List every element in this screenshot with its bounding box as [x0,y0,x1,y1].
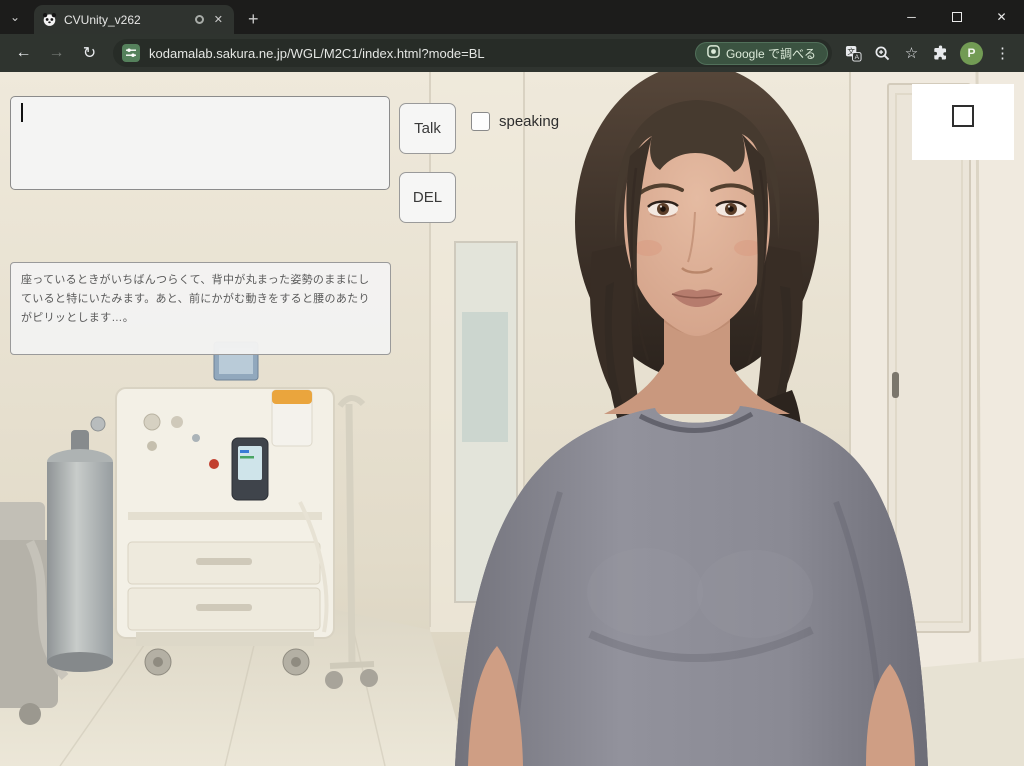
window-minimize-button[interactable]: ─ [889,0,934,34]
zoom-icon[interactable] [869,38,896,68]
google-lens-icon [707,45,720,61]
speaking-label: speaking [499,113,559,130]
browser-toolbar: ← → ↻ kodamalab.sakura.ne.jp/WGL/M2C1/in… [0,34,1024,72]
back-button[interactable]: ← [8,38,39,68]
extensions-icon[interactable] [927,38,954,68]
tab-search-chevron-icon[interactable]: ⌄ [0,0,30,34]
tab-media-indicator-icon [195,15,204,24]
bookmark-star-icon[interactable]: ☆ [898,38,925,68]
window-controls: ─ ✕ [889,0,1024,34]
del-button[interactable]: DEL [399,172,456,223]
talk-button[interactable]: Talk [399,103,456,154]
menu-icon[interactable]: ⋮ [989,38,1016,68]
speaking-checkbox[interactable] [471,112,490,131]
response-text: 座っているときがいちばんつらくて、背中が丸まった姿勢のままにしていると特にいたみ… [21,274,370,324]
right-eye [716,202,746,218]
forward-button[interactable]: → [41,38,72,68]
left-eye [648,202,678,218]
text-caret [21,103,23,122]
new-tab-button[interactable]: + [248,9,259,30]
speaking-control: speaking [471,112,559,131]
tab-close-icon[interactable]: ✕ [211,13,226,26]
url-text[interactable]: kodamalab.sakura.ne.jp/WGL/M2C1/index.ht… [149,46,686,61]
profile-avatar[interactable]: P [960,42,983,65]
reload-button[interactable]: ↻ [74,38,105,68]
google-search-chip[interactable]: Google で調べる [695,42,828,65]
fullscreen-panel [912,84,1014,160]
fullscreen-button[interactable] [952,105,974,127]
response-text-box: 座っているときがいちばんつらくて、背中が丸まった姿勢のままにしていると特にいたみ… [10,262,391,355]
address-bar[interactable]: kodamalab.sakura.ne.jp/WGL/M2C1/index.ht… [113,39,832,67]
door [888,84,970,632]
svg-text:A: A [855,54,860,61]
browser-window: ⌄ CVUnity_v262 ✕ + ─ ✕ ← → ↻ kodamalab.s… [0,0,1024,766]
tab-title: CVUnity_v262 [64,13,188,27]
translate-icon[interactable]: 文A [840,38,867,68]
google-search-label: Google で調べる [726,45,816,62]
maximize-icon [952,12,962,22]
gas-cylinder [47,417,113,672]
tab-strip: ⌄ CVUnity_v262 ✕ + ─ ✕ [0,0,1024,34]
window-close-button[interactable]: ✕ [979,0,1024,34]
message-input[interactable] [10,96,390,190]
window-maximize-button[interactable] [934,0,979,34]
browser-tab[interactable]: CVUnity_v262 ✕ [34,5,234,34]
tab-favicon-icon [42,12,57,27]
site-info-icon[interactable] [122,44,140,62]
unity-canvas[interactable]: Talk DEL speaking 座っているときがいちばんつらくて、背中が丸ま… [0,72,1024,766]
